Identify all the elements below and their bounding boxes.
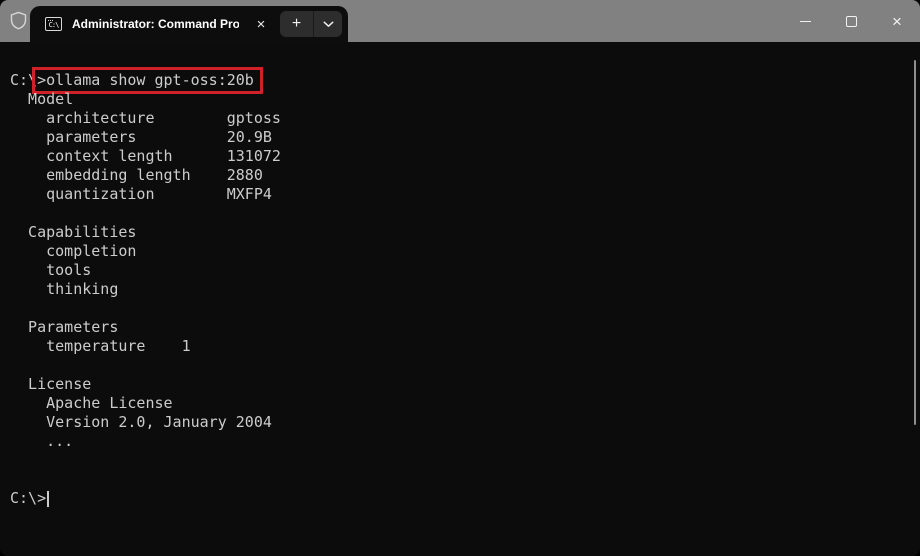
bottom-prompt: C:\> <box>10 489 47 507</box>
chevron-down-icon <box>323 21 334 27</box>
minimize-icon <box>799 20 811 22</box>
maximize-icon <box>845 15 857 27</box>
close-icon: × <box>892 11 902 31</box>
command-output: Model architecture gptoss parameters 20.… <box>28 90 281 450</box>
cmd-window-icon: C:\ <box>45 17 62 31</box>
tab-administrator-command-prompt[interactable]: C:\ Administrator: Command Pro × <box>30 6 280 42</box>
tab-strip: C:\ Administrator: Command Pro × + <box>30 6 348 42</box>
new-tab-button[interactable]: + <box>280 11 313 37</box>
scrollbar-thumb[interactable] <box>914 60 916 425</box>
shield-icon <box>7 9 29 31</box>
window-controls: × <box>782 0 920 42</box>
terminal-viewport[interactable]: C:\>ollama show gpt-oss:20b Model archit… <box>0 42 920 556</box>
titlebar: C:\ Administrator: Command Pro × + × <box>0 0 920 42</box>
terminal-output: C:\>ollama show gpt-oss:20b Model archit… <box>0 42 920 508</box>
tab-dropdown-button[interactable] <box>313 11 342 37</box>
terminal-window: C:\ Administrator: Command Pro × + × C:\… <box>0 0 920 556</box>
cmd-icon-text: C:\ <box>48 21 60 29</box>
text-cursor-icon <box>47 491 50 507</box>
minimize-button[interactable] <box>782 0 828 42</box>
maximize-button[interactable] <box>828 0 874 42</box>
tab-actions: + <box>280 11 342 37</box>
tab-title: Administrator: Command Pro <box>72 17 239 31</box>
tab-close-icon[interactable]: × <box>252 15 270 33</box>
close-button[interactable]: × <box>874 0 920 42</box>
